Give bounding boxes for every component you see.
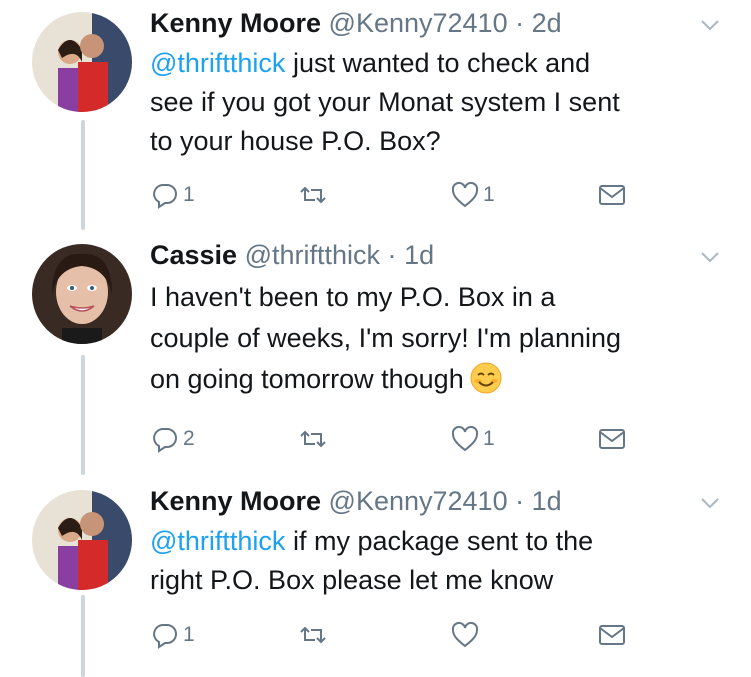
reply-count: 1 — [183, 183, 195, 206]
direct-message-button[interactable] — [597, 178, 627, 212]
like-button[interactable] — [450, 618, 483, 652]
retweet-button[interactable] — [298, 618, 331, 652]
direct-message-button[interactable] — [597, 618, 627, 652]
display-name[interactable]: Kenny Moore — [150, 486, 321, 516]
like-button[interactable]: 1 — [450, 178, 495, 212]
chevron-down-icon[interactable] — [699, 492, 721, 514]
reply-icon — [153, 184, 177, 209]
text-line: if my package sent to the — [292, 526, 594, 556]
user-handle[interactable]: @Kenny72410 — [329, 486, 508, 516]
tweet-actions: 1 — [150, 618, 650, 658]
separator-dot: · — [515, 486, 525, 516]
tweet[interactable]: Cassie @thriftthick · 1d I haven't been … — [0, 238, 751, 468]
tweet-header: Cassie @thriftthick · 1d — [150, 240, 434, 271]
tweet-text: @thriftthick just wanted to check and se… — [150, 44, 730, 161]
chevron-down-icon[interactable] — [699, 246, 721, 268]
retweet-icon — [300, 626, 326, 644]
heart-icon — [451, 425, 479, 452]
reply-button[interactable]: 1 — [150, 618, 195, 652]
user-handle[interactable]: @thriftthick — [245, 240, 380, 270]
tweet[interactable]: Kenny Moore @Kenny72410 · 2d @thriftthic… — [0, 6, 751, 231]
text-line: to your house P.O. Box? — [150, 126, 441, 156]
reply-icon — [153, 428, 177, 453]
display-name[interactable]: Cassie — [150, 240, 237, 270]
reply-count: 1 — [183, 623, 195, 646]
envelope-icon — [599, 429, 625, 449]
retweet-icon — [300, 186, 326, 204]
mention-link[interactable]: @thriftthick — [150, 48, 285, 78]
timestamp[interactable]: 1d — [532, 486, 562, 516]
tweet-text: @thriftthick if my package sent to the r… — [150, 522, 730, 600]
display-name[interactable]: Kenny Moore — [150, 8, 321, 38]
retweet-button[interactable] — [298, 422, 331, 456]
reply-icon — [153, 624, 177, 649]
separator-dot: · — [515, 8, 525, 38]
retweet-button[interactable] — [298, 178, 331, 212]
heart-icon — [451, 181, 479, 208]
tweet-header: Kenny Moore @Kenny72410 · 1d — [150, 486, 562, 517]
avatar[interactable] — [32, 490, 132, 590]
heart-icon — [451, 621, 479, 648]
retweet-icon — [300, 430, 326, 448]
tweet-actions: 2 1 — [150, 422, 650, 462]
like-count: 1 — [483, 183, 495, 206]
envelope-icon — [599, 625, 625, 645]
envelope-icon — [599, 185, 625, 205]
like-count: 1 — [483, 427, 495, 450]
avatar[interactable] — [32, 12, 132, 112]
direct-message-button[interactable] — [597, 422, 627, 456]
text-line: on going tomorrow though — [150, 364, 464, 394]
text-line: just wanted to check and — [292, 48, 591, 78]
text-line: couple of weeks, I'm sorry! I'm planning — [150, 323, 622, 353]
timestamp[interactable]: 1d — [404, 240, 434, 270]
tweet-actions: 1 1 — [150, 178, 650, 218]
reply-count: 2 — [183, 427, 195, 450]
mention-link[interactable]: @thriftthick — [150, 526, 285, 556]
timestamp[interactable]: 2d — [532, 8, 562, 38]
separator-dot: · — [387, 240, 397, 270]
like-button[interactable]: 1 — [450, 422, 495, 456]
chevron-down-icon[interactable] — [699, 14, 721, 36]
avatar[interactable] — [32, 244, 132, 344]
text-line: see if you got your Monat system I sent — [150, 87, 620, 117]
text-line: right P.O. Box please let me know — [150, 565, 554, 595]
tweet-header: Kenny Moore @Kenny72410 · 2d — [150, 8, 562, 39]
text-line: I haven't been to my P.O. Box in a — [150, 282, 556, 312]
reply-button[interactable]: 2 — [150, 422, 195, 456]
tweet-text: I haven't been to my P.O. Box in a coupl… — [150, 277, 730, 400]
reply-button[interactable]: 1 — [150, 178, 195, 212]
tweet[interactable]: Kenny Moore @Kenny72410 · 1d @thriftthic… — [0, 484, 751, 677]
user-handle[interactable]: @Kenny72410 — [329, 8, 508, 38]
smiling-face-emoji-icon — [470, 362, 502, 394]
